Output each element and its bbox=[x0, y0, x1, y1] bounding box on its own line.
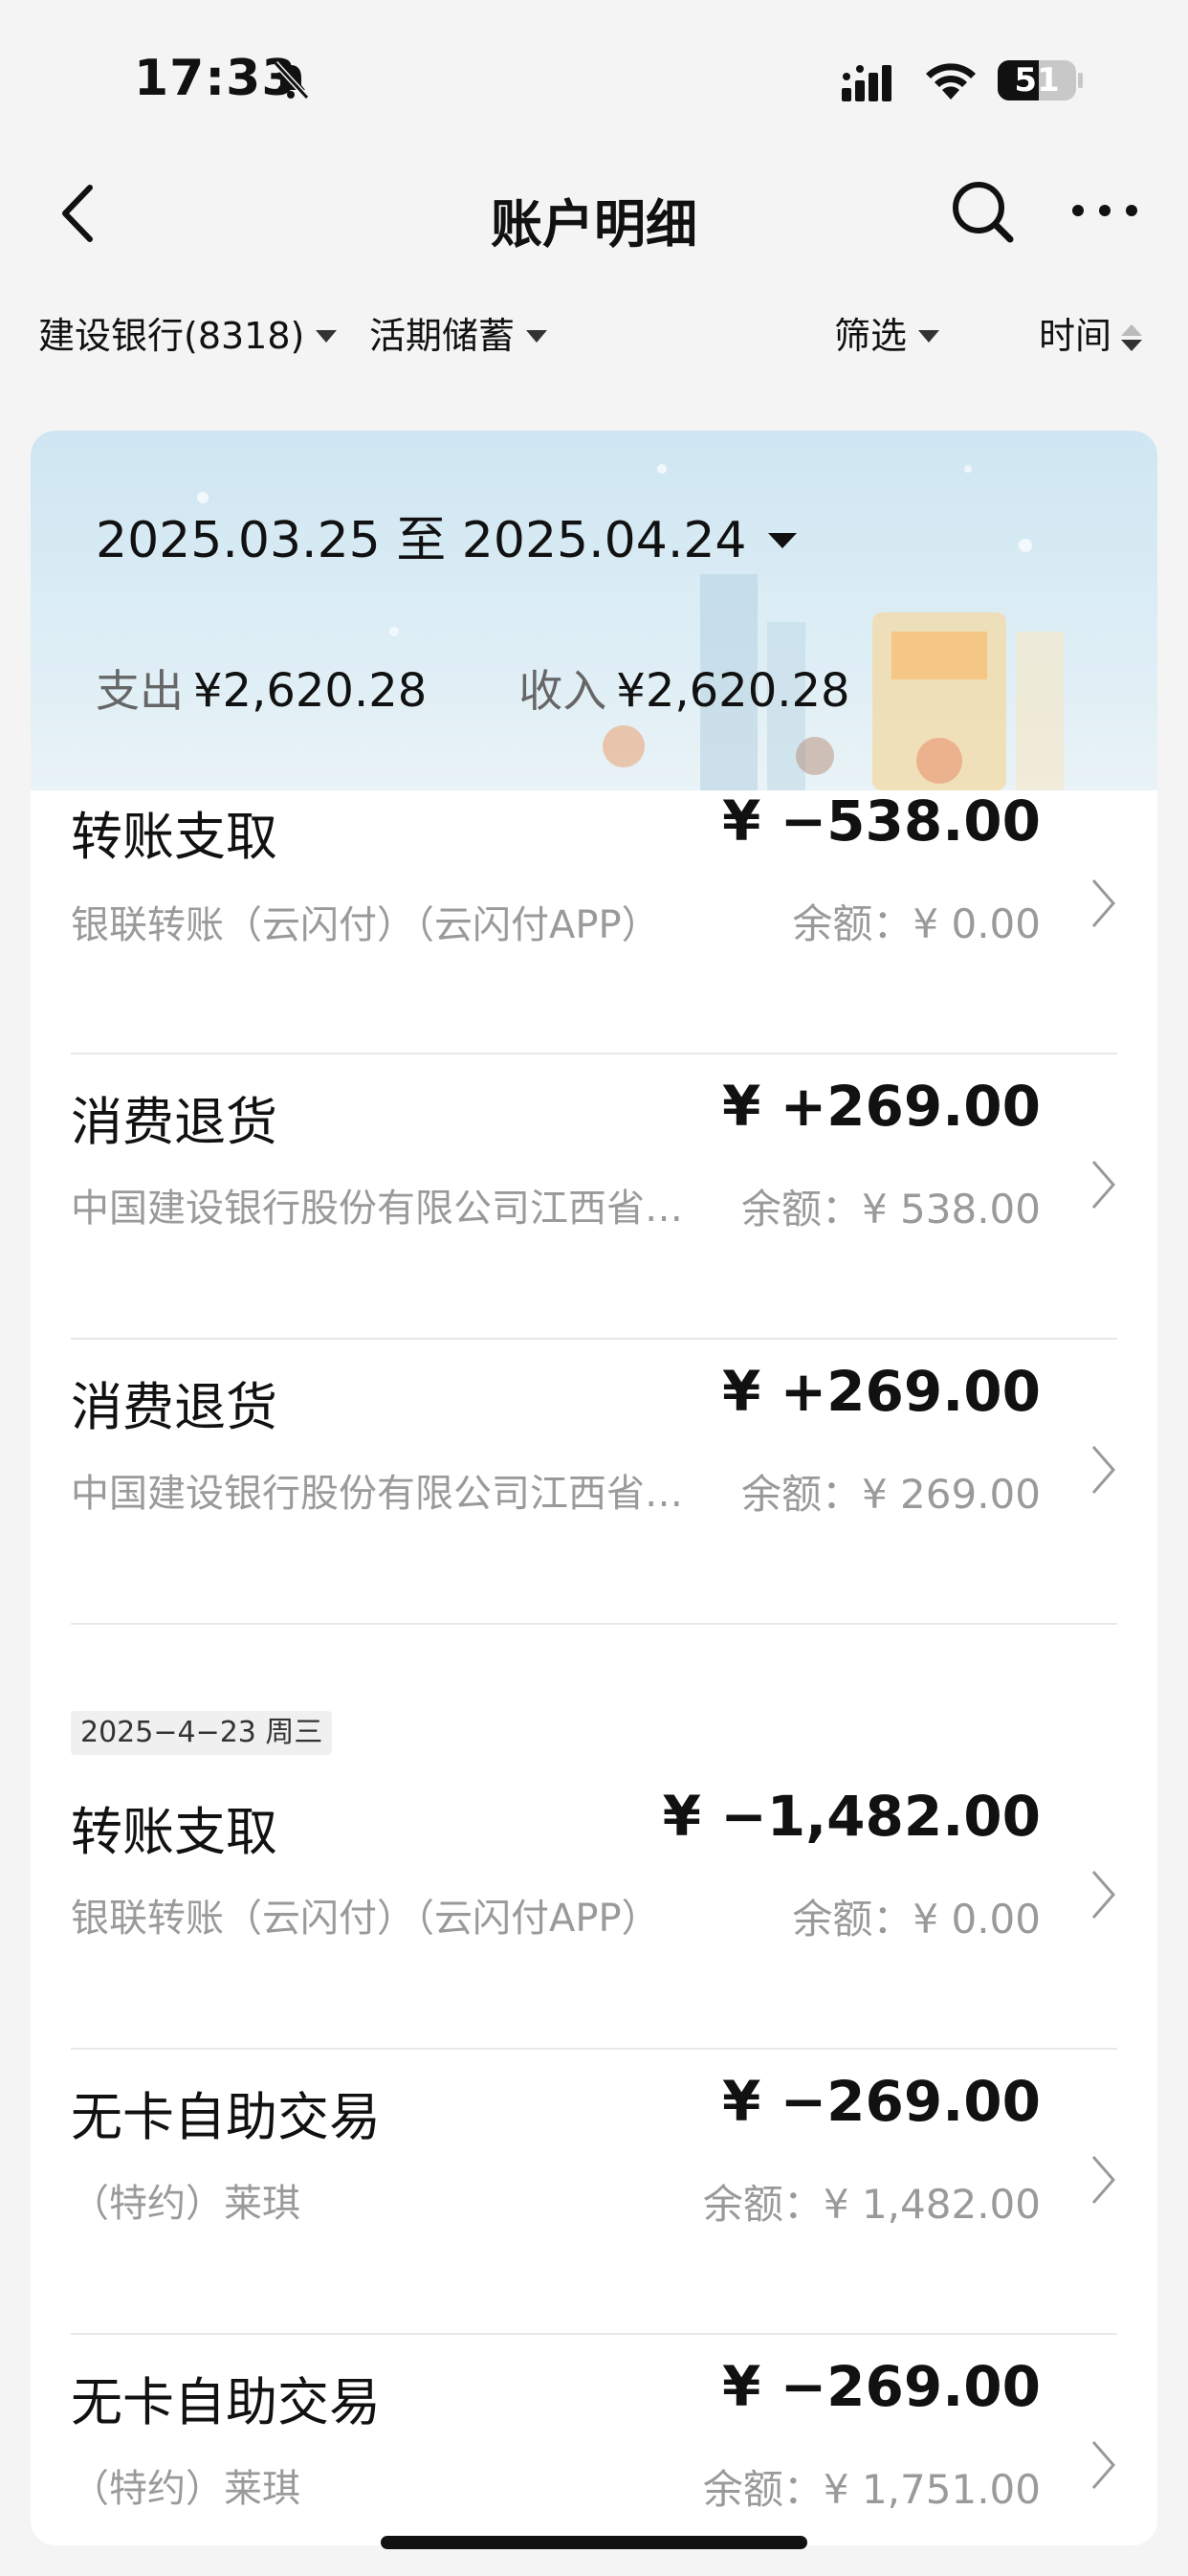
signal-icon bbox=[842, 65, 891, 101]
transaction-row[interactable]: 消费退货 ¥ +269.00 中国建设银行股份有限公司江西省分… 余额：¥ 26… bbox=[31, 1340, 1157, 1625]
chevron-right-icon bbox=[1091, 2156, 1115, 2204]
transaction-amount: ¥ −269.00 bbox=[722, 2354, 1041, 2419]
summary-banner: 2025.03.25 至 2025.04.24 支出 ¥2,620.28 收入 ¥2,… bbox=[31, 431, 1157, 790]
banner-illustration bbox=[197, 464, 1064, 790]
more-icon[interactable] bbox=[1069, 201, 1140, 220]
wifi-icon bbox=[926, 63, 976, 100]
transaction-title: 消费退货 bbox=[71, 1377, 277, 1437]
transactions-card: 2025.03.25 至 2025.04.24 支出 ¥2,620.28 收入 ¥2,… bbox=[31, 431, 1157, 2545]
transaction-amount: ¥ −538.00 bbox=[722, 788, 1041, 854]
transaction-desc: 中国建设银行股份有限公司江西省分… bbox=[71, 1472, 712, 1516]
transaction-amount: ¥ −269.00 bbox=[722, 2069, 1041, 2134]
transaction-list: 转账支取 ¥ −538.00 银联转账（云闪付）（云闪付APP） 余额：¥ 0.… bbox=[31, 788, 1157, 2545]
date-group-label: 2025−4−23 周三 bbox=[71, 1711, 333, 1755]
bell-slash-icon bbox=[273, 60, 310, 100]
transaction-balance: 余额：¥ 538.00 bbox=[740, 1186, 1041, 1232]
sort-label: 时间 bbox=[1039, 315, 1112, 357]
transaction-desc: 银联转账（云闪付）（云闪付APP） bbox=[71, 903, 660, 947]
expense-value: ¥2,620.28 bbox=[193, 664, 428, 718]
income-label: 收入 bbox=[518, 665, 607, 717]
date-group-header: 2025−4−23 周三 bbox=[31, 1625, 1157, 1765]
filter-label: 筛选 bbox=[834, 315, 908, 357]
transaction-title: 转账支取 bbox=[71, 1802, 277, 1862]
account-selector-label: 建设银行(8318) bbox=[38, 315, 305, 357]
transaction-amount: ¥ −1,482.00 bbox=[662, 1784, 1041, 1849]
transaction-balance: 余额：¥ 0.00 bbox=[792, 900, 1041, 947]
caret-down-icon bbox=[767, 533, 797, 548]
chevron-right-icon bbox=[1091, 1161, 1115, 1209]
transaction-desc: （特约）莱琪 bbox=[71, 2467, 300, 2511]
date-range-label: 2025.03.25 至 2025.04.24 bbox=[96, 512, 747, 569]
transaction-title: 无卡自助交易 bbox=[71, 2372, 381, 2432]
chevron-right-icon bbox=[1091, 2441, 1115, 2489]
account-type-selector[interactable]: 活期储蓄 bbox=[369, 304, 548, 367]
transaction-row[interactable]: 消费退货 ¥ +269.00 中国建设银行股份有限公司江西省分… 余额：¥ 53… bbox=[31, 1055, 1157, 1340]
expense-label: 支出 bbox=[96, 665, 184, 717]
account-type-label: 活期储蓄 bbox=[369, 315, 516, 357]
transaction-amount: ¥ +269.00 bbox=[722, 1074, 1041, 1139]
battery-level: 51 bbox=[1014, 61, 1060, 100]
transaction-balance: 余额：¥ 1,482.00 bbox=[702, 2181, 1041, 2228]
caret-down-icon bbox=[316, 330, 338, 343]
search-icon[interactable] bbox=[947, 176, 1016, 245]
sort-icon bbox=[1121, 322, 1143, 355]
transaction-desc: 银联转账（云闪付）（云闪付APP） bbox=[71, 1897, 660, 1941]
transaction-title: 无卡自助交易 bbox=[71, 2087, 381, 2147]
caret-down-icon bbox=[918, 330, 940, 343]
transaction-amount: ¥ +269.00 bbox=[722, 1359, 1041, 1424]
transaction-row[interactable]: 转账支取 ¥ −1,482.00 银联转账（云闪付）（云闪付APP） 余额：¥ … bbox=[31, 1765, 1157, 2050]
transaction-balance: 余额：¥ 1,751.00 bbox=[702, 2466, 1041, 2513]
nav-bar: 账户明细 bbox=[0, 163, 1188, 258]
filter-bar: 建设银行(8318) 活期储蓄 筛选 时间 bbox=[0, 304, 1188, 367]
transaction-title: 转账支取 bbox=[71, 807, 277, 867]
transaction-row[interactable]: 无卡自助交易 ¥ −269.00 （特约）莱琪 余额：¥ 1,751.00 bbox=[31, 2335, 1157, 2545]
status-bar: 17:33 51 bbox=[0, 0, 1188, 153]
home-indicator[interactable] bbox=[381, 2536, 807, 2549]
summary-row: 支出 ¥2,620.28 收入 ¥2,620.28 bbox=[96, 656, 942, 720]
filter-button[interactable]: 筛选 bbox=[834, 304, 940, 367]
transaction-balance: 余额：¥ 0.00 bbox=[792, 1896, 1041, 1943]
chevron-right-icon bbox=[1091, 879, 1115, 927]
transaction-row[interactable]: 转账支取 ¥ −538.00 银联转账（云闪付）（云闪付APP） 余额：¥ 0.… bbox=[31, 788, 1157, 1055]
transaction-row[interactable]: 无卡自助交易 ¥ −269.00 （特约）莱琪 余额：¥ 1,482.00 bbox=[31, 2050, 1157, 2335]
chevron-right-icon bbox=[1091, 1871, 1115, 1919]
income-value: ¥2,620.28 bbox=[616, 664, 850, 718]
date-range-selector[interactable]: 2025.03.25 至 2025.04.24 bbox=[96, 500, 797, 571]
transaction-desc: 中国建设银行股份有限公司江西省分… bbox=[71, 1187, 712, 1231]
transaction-title: 消费退货 bbox=[71, 1092, 277, 1152]
sort-time-button[interactable]: 时间 bbox=[1039, 304, 1143, 367]
transaction-desc: （特约）莱琪 bbox=[71, 2182, 300, 2226]
caret-down-icon bbox=[526, 330, 548, 343]
chevron-right-icon bbox=[1091, 1446, 1115, 1494]
account-selector[interactable]: 建设银行(8318) bbox=[38, 304, 338, 367]
transaction-balance: 余额：¥ 269.00 bbox=[740, 1471, 1041, 1518]
